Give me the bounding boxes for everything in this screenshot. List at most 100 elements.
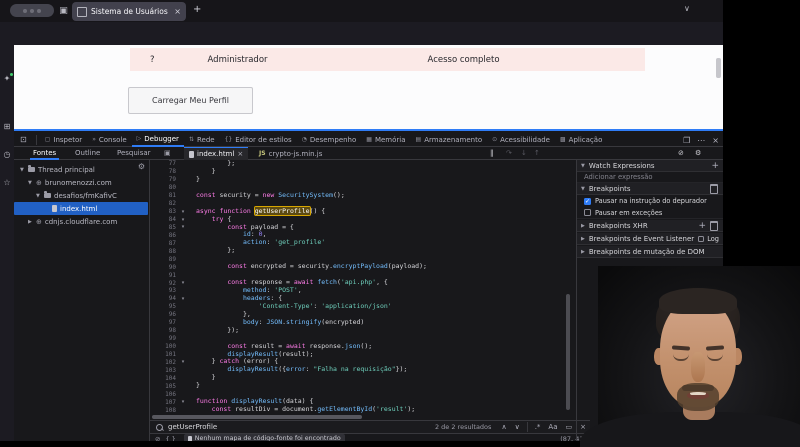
add-expression-row[interactable]: Adicionar expressão (577, 172, 723, 183)
devtools-tab-performance[interactable]: ◔Desempenho (297, 133, 362, 147)
line-number[interactable]: 105 (150, 383, 176, 390)
line-number[interactable]: 87 (150, 240, 176, 247)
code-line-105[interactable]: } (196, 382, 576, 390)
synced-tabs-icon[interactable]: ⊞ (2, 122, 12, 132)
tab-close-icon[interactable]: × (174, 7, 181, 16)
browser-tab[interactable]: Sistema de Usuários × (72, 2, 186, 21)
gutter-line-86[interactable]: 86 (150, 231, 200, 239)
fold-arrow-icon[interactable]: ▾ (176, 280, 190, 286)
search-prev-icon[interactable]: ∧ (501, 423, 506, 431)
gutter-line-89[interactable]: 89 (150, 255, 200, 263)
gutter-line-105[interactable]: 105 (150, 382, 200, 390)
code-line-83[interactable]: async function getUserProfile() { (196, 208, 576, 216)
line-number[interactable]: 83 (150, 208, 176, 215)
gutter-line-92[interactable]: 92▾ (150, 279, 200, 287)
gutter-line-94[interactable]: 94▾ (150, 295, 200, 303)
checkbox-unchecked[interactable] (584, 209, 591, 216)
gutter-line-80[interactable]: 80 (150, 184, 200, 192)
ai-chatbot-icon[interactable]: ✦ (2, 74, 12, 84)
pause-icon[interactable]: ‖ (490, 147, 494, 160)
fold-arrow-icon[interactable]: ▾ (176, 399, 190, 405)
bookmark-star-icon[interactable]: ☆ (2, 178, 12, 188)
line-number[interactable]: 84 (150, 216, 176, 223)
gutter-line-93[interactable]: 93 (150, 287, 200, 295)
trash-icon[interactable] (710, 184, 718, 194)
tree-caret-icon[interactable]: ▼ (36, 193, 41, 199)
line-number[interactable]: 81 (150, 192, 176, 199)
close-devtools-icon[interactable]: × (712, 136, 719, 145)
add-watch-icon[interactable]: + (711, 161, 719, 171)
line-number[interactable]: 107 (150, 399, 176, 406)
editor-horizontal-scrollbar[interactable] (152, 415, 362, 419)
line-number[interactable]: 93 (150, 287, 176, 294)
load-profile-button[interactable]: Carregar Meu Perfil (128, 87, 253, 114)
fold-arrow-icon[interactable]: ▾ (176, 209, 190, 215)
gutter-line-95[interactable]: 95 (150, 303, 200, 311)
code-line-87[interactable]: action: 'get_profile' (196, 239, 576, 247)
gutter-line-81[interactable]: 81 (150, 192, 200, 200)
tree-caret-icon[interactable]: ▼ (20, 167, 25, 173)
gutter-line-90[interactable]: 90 (150, 263, 200, 271)
source-tab-close-icon[interactable]: × (237, 150, 243, 158)
devtools-tab-application[interactable]: ▩Aplicação (555, 133, 607, 147)
gutter-line-99[interactable]: 99 (150, 335, 200, 343)
gutter-line-87[interactable]: 87 (150, 239, 200, 247)
tree-caret-icon[interactable]: ▼ (28, 180, 33, 186)
devtools-tab-memory[interactable]: ▦Memória (361, 133, 410, 147)
fold-arrow-icon[interactable]: ▾ (176, 359, 190, 365)
code-line-79[interactable]: } (196, 176, 576, 184)
line-number[interactable]: 89 (150, 256, 176, 263)
code-line-95[interactable]: 'Content-Type': 'application/json' (196, 303, 576, 311)
search-input[interactable]: getUserProfile (168, 423, 435, 431)
line-number[interactable]: 96 (150, 311, 176, 318)
pick-element-icon[interactable]: ⊡ (20, 135, 27, 144)
code-line-77[interactable]: }; (196, 160, 576, 168)
line-number[interactable]: 106 (150, 391, 176, 398)
devtools-tab-style-editor[interactable]: {}Editor de estilos (220, 133, 297, 147)
line-number[interactable]: 90 (150, 264, 176, 271)
page-scrollbar[interactable] (716, 58, 721, 78)
tree-row-cdnjs-cloudflare-com[interactable]: ▶⊕cdnjs.cloudflare.com (14, 215, 150, 228)
debugger-settings-gear-icon[interactable]: ⚙ (695, 147, 701, 160)
tree-row-brunomenozzi-com[interactable]: ▼⊕brunomenozzi.com (14, 176, 150, 189)
pause-on-exceptions-row[interactable]: Pausar em exceções (577, 207, 723, 219)
gutter-line-85[interactable]: 85▾ (150, 224, 200, 232)
line-number[interactable]: 86 (150, 232, 176, 239)
code-line-108[interactable]: const resultDiv = document.getElementByI… (196, 406, 576, 414)
gutter-line-91[interactable]: 91 (150, 271, 200, 279)
checkbox-checked[interactable]: ✓ (584, 198, 591, 205)
dom-mutation-breakpoints-header[interactable]: ▶ Breakpoints de mutação de DOM (577, 246, 723, 258)
more-options-icon[interactable]: ⋯ (697, 136, 705, 145)
case-sensitive-toggle[interactable]: Aa (548, 423, 557, 431)
gutter-line-88[interactable]: 88 (150, 247, 200, 255)
tree-row-desafios-fmkafivc[interactable]: ▼desafios/fmKafivC (14, 189, 150, 202)
code-line-78[interactable]: } (196, 168, 576, 176)
code-line-98[interactable]: }); (196, 327, 576, 335)
line-number[interactable]: 104 (150, 375, 176, 382)
line-number[interactable]: 88 (150, 248, 176, 255)
gutter-line-84[interactable]: 84▾ (150, 216, 200, 224)
new-tab-button[interactable]: + (193, 3, 201, 17)
gutter-line-108[interactable]: 108 (150, 406, 200, 414)
line-number[interactable]: 91 (150, 272, 176, 279)
devtools-tab-inspector[interactable]: ▢Inspetor (40, 133, 87, 147)
add-xhr-icon[interactable]: + (698, 221, 706, 231)
tab-search[interactable]: Pesquisar (114, 147, 154, 160)
gutter-line-78[interactable]: 78 (150, 168, 200, 176)
list-all-tabs-icon[interactable]: ∨ (684, 4, 690, 13)
fold-arrow-icon[interactable]: ▾ (176, 224, 190, 230)
tree-caret-icon[interactable]: ▶ (28, 219, 33, 225)
line-number[interactable]: 100 (150, 343, 176, 350)
history-clock-icon[interactable]: ◷ (2, 150, 12, 160)
breakpoints-header[interactable]: ▼ Breakpoints (577, 183, 723, 195)
code-line-90[interactable]: const encrypted = security.encryptPayloa… (196, 263, 576, 271)
source-tab-index-html[interactable]: index.html × (184, 147, 248, 160)
gutter-line-83[interactable]: 83▾ (150, 208, 200, 216)
whole-word-toggle[interactable]: ▭ (566, 423, 573, 431)
code-line-104[interactable]: } (196, 374, 576, 382)
line-number[interactable]: 94 (150, 295, 176, 302)
gutter-line-79[interactable]: 79 (150, 176, 200, 184)
fold-arrow-icon[interactable]: ▾ (176, 296, 190, 302)
gutter-line-77[interactable]: 77 (150, 160, 200, 168)
line-number[interactable]: 95 (150, 303, 176, 310)
